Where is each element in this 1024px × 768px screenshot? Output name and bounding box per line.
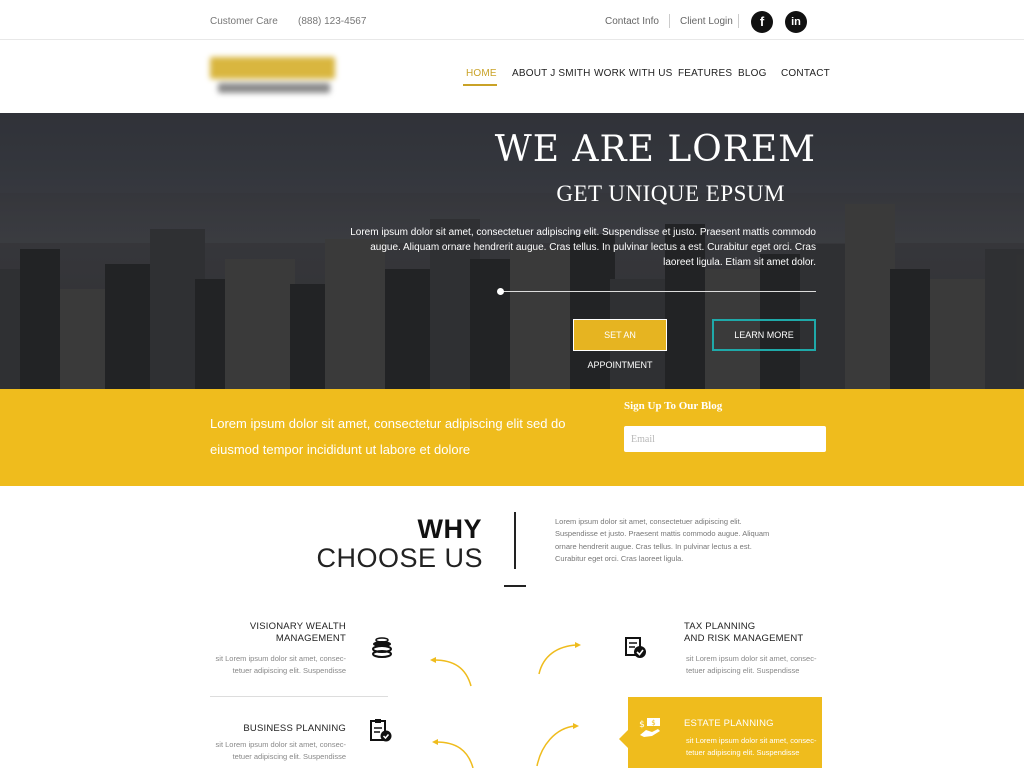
newsletter-band: Lorem ipsum dolor sit amet, consectetur … [0, 389, 1024, 486]
why-choose-us-section: WHY CHOOSE US Lorem ipsum dolor sit amet… [0, 486, 1024, 768]
feature-title-line: MANAGEMENT [275, 633, 346, 644]
feature-title: BUSINESS PLANNING [210, 723, 346, 735]
feature-title: ESTATE PLANNING [684, 718, 814, 730]
email-field[interactable] [624, 426, 826, 452]
linkedin-icon[interactable]: in [785, 11, 807, 33]
nav-active-underline [463, 84, 497, 86]
feature-desc-line: sit Lorem ipsum dolor sit amet, consec- [686, 736, 817, 745]
feature-title-line: TAX PLANNING [684, 621, 756, 632]
feature-desc-line: tetuer adipiscing elit. Suspendisse [686, 747, 800, 757]
curved-arrow-icon [432, 739, 474, 768]
top-separator [738, 14, 739, 28]
curved-arrow-icon [536, 723, 579, 767]
curved-arrow-icon [430, 657, 472, 687]
feature-title-line: VISIONARY WEALTH [249, 621, 346, 632]
choose-us-heading: CHOOSE US [316, 543, 483, 573]
why-heading: WHY [417, 514, 482, 544]
feature-highlight-card[interactable]: $ $ ESTATE PLANNING sit Lorem ipsum dolo… [628, 697, 822, 768]
logo[interactable] [210, 53, 335, 101]
nav-home[interactable]: HOME [466, 68, 497, 79]
hero-title: WE ARE LOREM [494, 129, 816, 170]
feature-title-line: AND RISK MANAGEMENT [684, 633, 804, 644]
top-bar: Customer Care (888) 123-4567 Contact Inf… [0, 0, 1024, 40]
feature-description: sit Lorem ipsum dolor sit amet, consec- … [196, 739, 346, 762]
contact-info-link[interactable]: Contact Info [605, 16, 659, 27]
feature-desc-line: sit Lorem ipsum dolor sit amet, consec- [686, 654, 817, 663]
svg-text:$: $ [639, 720, 645, 730]
band-message: Lorem ipsum dolor sit amet, consectetur … [210, 416, 566, 457]
feature-divider [210, 696, 388, 697]
signup-title: Sign Up To Our Blog [624, 400, 723, 412]
feature-desc-line: sit Lorem ipsum dolor sit amet, consec- [215, 654, 346, 663]
hero-banner: WE ARE LOREM GET UNIQUE EPSUM Lorem ipsu… [0, 113, 1024, 389]
feature-title-line: BUSINESS PLANNING [243, 723, 346, 734]
main-navbar: HOME ABOUT J SMITH WORK WITH US FEATURES… [0, 41, 1024, 113]
highlight-pointer [619, 730, 628, 748]
feature-title-line: ESTATE PLANNING [684, 718, 774, 729]
feature-desc-line: tetuer adipiscing elit. Suspendisse [686, 665, 800, 675]
nav-blog[interactable]: BLOG [738, 68, 767, 79]
hero-subtitle: GET UNIQUE EPSUM [556, 181, 785, 206]
coins-icon [372, 637, 392, 658]
top-separator [669, 14, 670, 28]
heading-divider [514, 512, 516, 569]
feature-desc-line: tetuer adipiscing elit. Suspendisse [232, 751, 346, 761]
nav-work-with-us[interactable]: WORK WITH US [594, 68, 673, 79]
feature-desc-line: sit Lorem ipsum dolor sit amet, consec- [215, 740, 346, 749]
hero-lead-text: Lorem ipsum dolor sit amet, consectetuer… [350, 227, 816, 268]
set-appointment-button[interactable]: SET AN APPOINTMENT [573, 319, 667, 370]
facebook-icon[interactable]: f [751, 11, 773, 33]
nav-about[interactable]: ABOUT J SMITH [512, 68, 591, 79]
hero-divider-dot [497, 288, 504, 295]
client-login-link[interactable]: Client Login [680, 16, 733, 27]
clipboard-check-icon [370, 719, 392, 742]
nav-features[interactable]: FEATURES [678, 68, 732, 79]
hero-divider-line [500, 291, 816, 292]
money-hand-icon: $ $ [639, 718, 660, 737]
feature-desc-line: tetuer adipiscing elit. Suspendisse [232, 665, 346, 675]
phone-number[interactable]: (888) 123-4567 [298, 16, 366, 27]
document-check-icon [625, 637, 646, 658]
heading-underline [504, 585, 526, 587]
nav-contact[interactable]: CONTACT [781, 68, 830, 79]
feature-description: sit Lorem ipsum dolor sit amet, consec- … [686, 653, 836, 676]
customer-care-label: Customer Care [210, 16, 278, 27]
feature-title: VISIONARY WEALTH MANAGEMENT [210, 621, 346, 645]
feature-title: TAX PLANNING AND RISK MANAGEMENT [684, 621, 824, 645]
feature-description: sit Lorem ipsum dolor sit amet, consec- … [686, 735, 826, 758]
learn-more-button[interactable]: LEARN MORE [712, 319, 816, 351]
svg-text:$: $ [651, 719, 655, 727]
why-intro-text: Lorem ipsum dolor sit amet, consectetuer… [555, 517, 770, 563]
feature-description: sit Lorem ipsum dolor sit amet, consec- … [196, 653, 346, 676]
curved-arrow-icon [538, 642, 581, 675]
